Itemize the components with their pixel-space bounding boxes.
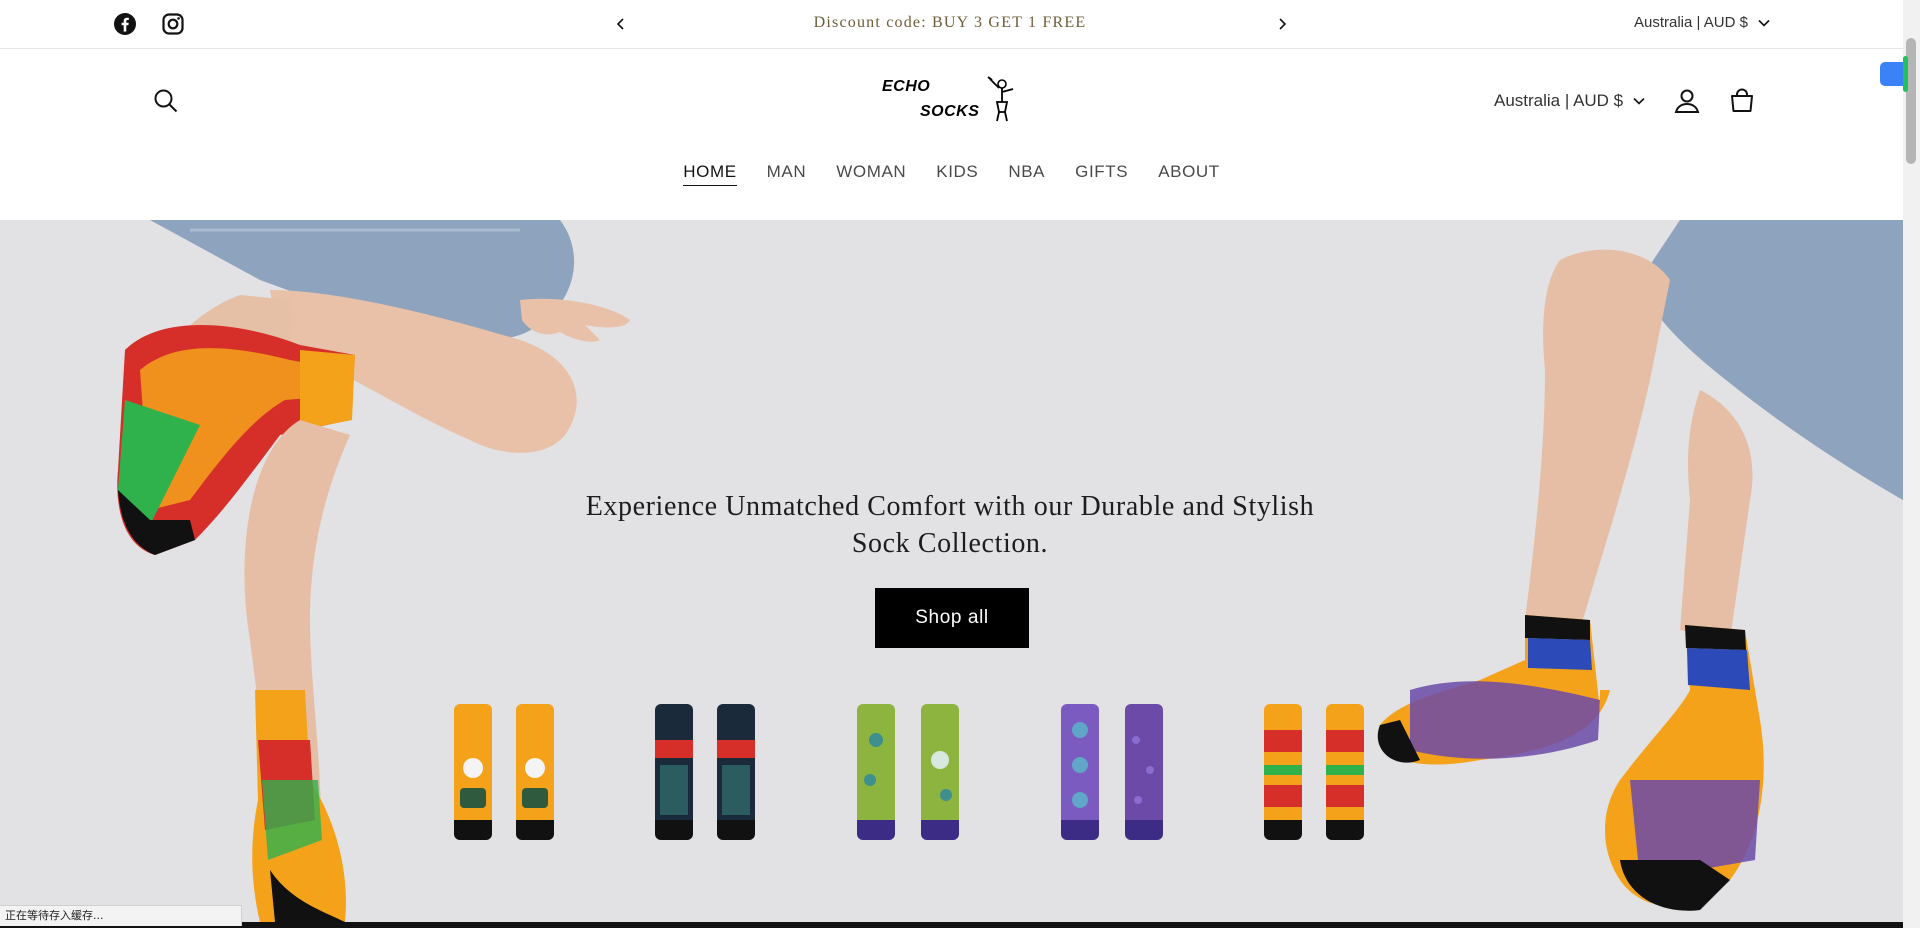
user-icon [1674, 89, 1700, 113]
sock-pair-black [655, 704, 755, 840]
account-button[interactable] [1671, 85, 1703, 117]
nav-item-home[interactable]: HOME [683, 162, 737, 186]
nav-item-man[interactable]: MAN [767, 162, 807, 186]
nav-item-kids[interactable]: KIDS [936, 162, 978, 186]
figure-logo-icon [987, 76, 1014, 122]
instagram-icon[interactable] [161, 12, 185, 36]
main-nav: HOME MAN WOMAN KIDS NBA GIFTS ABOUT [0, 162, 1903, 186]
side-widget-button[interactable] [1880, 62, 1903, 86]
hero-title: Experience Unmatched Comfort with our Du… [585, 491, 1315, 559]
header-locale-label: Australia | AUD $ [1494, 91, 1624, 110]
announcement-next-button[interactable] [1272, 14, 1292, 34]
sock-pair-purple [1061, 704, 1163, 840]
announcement-text: Discount code: BUY 3 GET 1 FREE [813, 14, 1087, 31]
announcement-prev-button[interactable] [611, 14, 631, 34]
nav-item-woman[interactable]: WOMAN [836, 162, 906, 186]
brand-logo[interactable]: ECHO SOCKS [876, 73, 1020, 125]
header-locale-selector[interactable]: Australia | AUD $ [1494, 91, 1645, 111]
search-button[interactable] [150, 85, 182, 117]
browser-status-bar: 正在等待存入缓存... [0, 905, 242, 926]
cart-icon [1731, 88, 1753, 112]
hero-banner: Experience Unmatched Comfort with our Du… [0, 220, 1903, 922]
announcement-bar: Discount code: BUY 3 GET 1 FREE Australi… [0, 0, 1903, 49]
section-divider [0, 922, 1903, 928]
search-icon [154, 89, 178, 113]
chevron-left-icon [616, 18, 624, 30]
top-locale-label: Australia | AUD $ [1634, 14, 1748, 31]
top-locale-selector[interactable]: Australia | AUD $ [1634, 14, 1770, 31]
hero-image [117, 220, 1903, 922]
site-header: ECHO SOCKS Australia | AUD $ HOME MAN WO… [0, 49, 1903, 220]
side-widget-indicator [1903, 56, 1908, 92]
brand-line1: ECHO [882, 78, 931, 95]
facebook-icon[interactable] [113, 12, 137, 36]
chevron-down-icon [1633, 97, 1645, 105]
sock-row [454, 704, 1364, 840]
sock-pair-red-orange [1264, 704, 1364, 840]
shop-all-button[interactable]: Shop all [875, 588, 1029, 648]
nav-item-nba[interactable]: NBA [1008, 162, 1045, 186]
brand-line2: SOCKS [920, 103, 980, 120]
nav-item-gifts[interactable]: GIFTS [1075, 162, 1128, 186]
sock-pair-orange [454, 704, 554, 840]
sock-pair-green [857, 704, 959, 840]
chevron-down-icon [1758, 19, 1770, 27]
chevron-right-icon [1279, 18, 1287, 30]
nav-item-about[interactable]: ABOUT [1158, 162, 1220, 186]
cart-button[interactable] [1726, 85, 1758, 117]
